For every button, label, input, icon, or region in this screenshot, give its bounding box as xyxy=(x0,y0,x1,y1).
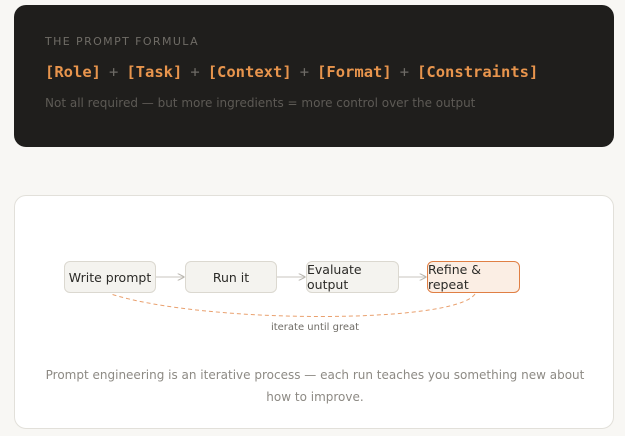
formula-part-constraints: [Constraints] xyxy=(417,63,539,81)
plus-separator: + xyxy=(399,63,410,81)
formula-eyebrow: THE PROMPT FORMULA xyxy=(45,35,199,48)
iteration-flow-card: Write prompt Run it Evaluate output Refi… xyxy=(14,195,614,429)
flow-caption: Prompt engineering is an iterative proce… xyxy=(45,368,585,404)
formula-part-context: [Context] xyxy=(207,63,292,81)
plus-separator: + xyxy=(190,63,200,81)
formula-note: Not all required — but more ingredients … xyxy=(45,96,476,110)
plus-separator: + xyxy=(299,63,310,81)
formula-part-format: [Format] xyxy=(317,63,392,81)
formula-part-task: [Task] xyxy=(126,63,183,81)
prompt-formula-card: THE PROMPT FORMULA [Role] + [Task] + [Contex… xyxy=(14,5,614,147)
step-evaluate-output: Evaluate output xyxy=(306,261,399,293)
formula-line: [Role] + [Task] + [Context] + [Format] + [Constr… xyxy=(45,63,583,81)
step-refine-repeat: Refine & repeat xyxy=(427,261,520,293)
formula-part-role: [Role] xyxy=(45,63,101,81)
step-run-it: Run it xyxy=(185,261,277,293)
plus-separator: + xyxy=(109,63,119,81)
feedback-loop-curve xyxy=(110,293,476,317)
loop-label: iterate until great xyxy=(270,322,360,333)
step-write-prompt: Write prompt xyxy=(64,261,156,293)
